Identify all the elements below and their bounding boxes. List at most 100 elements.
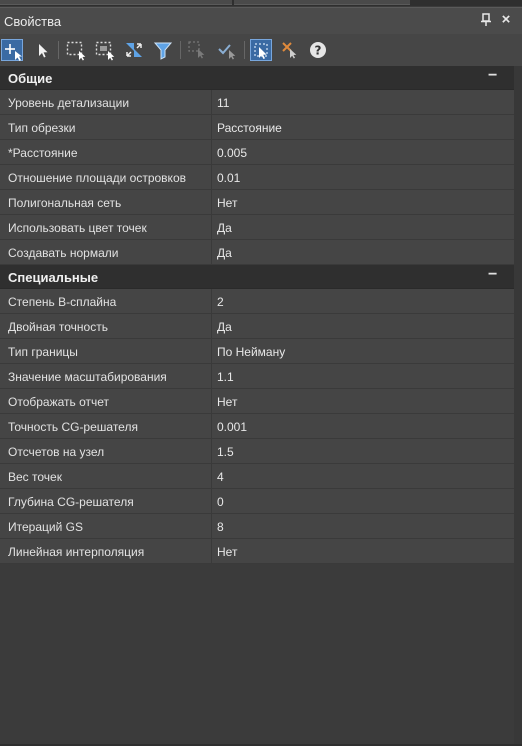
invert-selection-icon[interactable] <box>123 39 145 61</box>
property-row[interactable]: Отношение площади островков 0.01 <box>0 165 514 190</box>
property-name: Полигональная сеть <box>8 196 122 210</box>
property-row[interactable]: Отображать отчет Нет <box>0 389 514 414</box>
property-value[interactable]: Нет <box>217 395 237 409</box>
property-value[interactable]: По Нейману <box>217 345 285 359</box>
column-divider <box>211 90 212 114</box>
property-value[interactable]: Нет <box>217 196 237 210</box>
svg-text:?: ? <box>315 44 322 58</box>
property-row[interactable]: Итераций GS 8 <box>0 514 514 539</box>
column-divider <box>211 140 212 164</box>
property-name: Отображать отчет <box>8 395 110 409</box>
property-name: Значение масштабирования <box>8 370 167 384</box>
property-value[interactable]: 2 <box>217 295 224 309</box>
property-value[interactable]: 1.1 <box>217 370 234 384</box>
column-divider <box>211 314 212 338</box>
property-name: Итераций GS <box>8 520 83 534</box>
column-divider <box>211 514 212 538</box>
category-general[interactable]: Общие − <box>0 66 514 90</box>
property-value[interactable]: Да <box>217 221 232 235</box>
property-value[interactable]: Да <box>217 246 232 260</box>
property-row[interactable]: Двойная точность Да <box>0 314 514 339</box>
property-value[interactable]: 0.001 <box>217 420 247 434</box>
property-name: Отсчетов на узел <box>8 445 105 459</box>
property-row[interactable]: Степень B-сплайна 2 <box>0 289 514 314</box>
property-value[interactable]: Расстояние <box>217 121 282 135</box>
select-rect-icon[interactable] <box>65 39 87 61</box>
property-value[interactable]: 4 <box>217 470 224 484</box>
toolbar-separator <box>58 41 59 59</box>
column-divider <box>211 190 212 214</box>
select-window-icon[interactable] <box>94 39 116 61</box>
property-row[interactable]: Использовать цвет точек Да <box>0 215 514 240</box>
check-select-icon[interactable] <box>216 39 238 61</box>
property-name: Создавать нормали <box>8 246 119 260</box>
toolbar-separator <box>180 41 181 59</box>
property-row[interactable]: Точность CG-решателя 0.001 <box>0 414 514 439</box>
column-divider <box>211 215 212 239</box>
column-divider <box>211 489 212 513</box>
pin-icon[interactable] <box>479 13 493 29</box>
property-row[interactable]: Полигональная сеть Нет <box>0 190 514 215</box>
property-name: Степень B-сплайна <box>8 295 117 309</box>
property-name: Глубина CG-решателя <box>8 495 134 509</box>
property-name: Двойная точность <box>8 320 108 334</box>
collapse-toggle[interactable]: − <box>488 266 497 284</box>
clear-select-icon[interactable] <box>279 39 301 61</box>
column-divider <box>211 439 212 463</box>
property-row[interactable]: Тип границы По Нейману <box>0 339 514 364</box>
column-divider <box>211 389 212 413</box>
property-row[interactable]: Значение масштабирования 1.1 <box>0 364 514 389</box>
top-strip <box>0 0 522 6</box>
column-divider <box>211 115 212 139</box>
property-value[interactable]: 1.5 <box>217 445 234 459</box>
column-divider <box>211 464 212 488</box>
property-name: Тип обрезки <box>8 121 76 135</box>
property-row[interactable]: Глубина CG-решателя 0 <box>0 489 514 514</box>
property-name: Точность CG-решателя <box>8 420 138 434</box>
property-value[interactable]: 8 <box>217 520 224 534</box>
property-row[interactable]: *Расстояние 0.005 <box>0 140 514 165</box>
property-row[interactable]: Линейная интерполяция Нет <box>0 539 514 564</box>
column-divider <box>211 165 212 189</box>
top-tab-left <box>0 0 232 5</box>
column-divider <box>211 240 212 264</box>
property-value[interactable]: 0.01 <box>217 171 240 185</box>
property-value[interactable]: 0.005 <box>217 146 247 160</box>
collapse-toggle[interactable]: − <box>488 67 497 85</box>
vertical-scrollbar[interactable] <box>514 66 522 746</box>
property-name: Использовать цвет точек <box>8 221 147 235</box>
column-divider <box>211 339 212 363</box>
pick-object-icon[interactable] <box>250 39 272 61</box>
property-row[interactable]: Тип обрезки Расстояние <box>0 115 514 140</box>
property-value[interactable]: 11 <box>217 96 229 110</box>
top-tab-right <box>234 0 410 5</box>
add-selection-icon[interactable] <box>1 39 23 61</box>
property-row[interactable]: Уровень детализации 11 <box>0 90 514 115</box>
property-name: Линейная интерполяция <box>8 545 145 559</box>
property-value[interactable]: Да <box>217 320 232 334</box>
panel-title: Свойства <box>4 14 62 29</box>
close-icon[interactable]: × <box>499 11 513 29</box>
property-row[interactable]: Отсчетов на узел 1.5 <box>0 439 514 464</box>
filter-icon[interactable] <box>152 39 174 61</box>
category-title: Специальные <box>8 270 99 285</box>
property-grid: Общие − Уровень детализации 11 Тип обрезк… <box>0 66 514 564</box>
property-row[interactable]: Вес точек 4 <box>0 464 514 489</box>
help-icon[interactable]: ? <box>307 39 329 61</box>
property-value[interactable]: 0 <box>217 495 224 509</box>
column-divider <box>211 539 212 563</box>
property-name: Отношение площади островков <box>8 171 186 185</box>
deselect-icon[interactable] <box>186 39 208 61</box>
property-name: *Расстояние <box>8 146 78 160</box>
category-special[interactable]: Специальные − <box>0 265 514 289</box>
column-divider <box>211 364 212 388</box>
property-name: Вес точек <box>8 470 62 484</box>
property-row[interactable]: Создавать нормали Да <box>0 240 514 265</box>
category-title: Общие <box>8 71 53 86</box>
select-arrow-icon[interactable] <box>31 39 53 61</box>
property-value[interactable]: Нет <box>217 545 237 559</box>
toolbar-separator <box>244 41 245 59</box>
property-name: Уровень детализации <box>8 96 130 110</box>
column-divider <box>211 289 212 313</box>
column-divider <box>211 414 212 438</box>
